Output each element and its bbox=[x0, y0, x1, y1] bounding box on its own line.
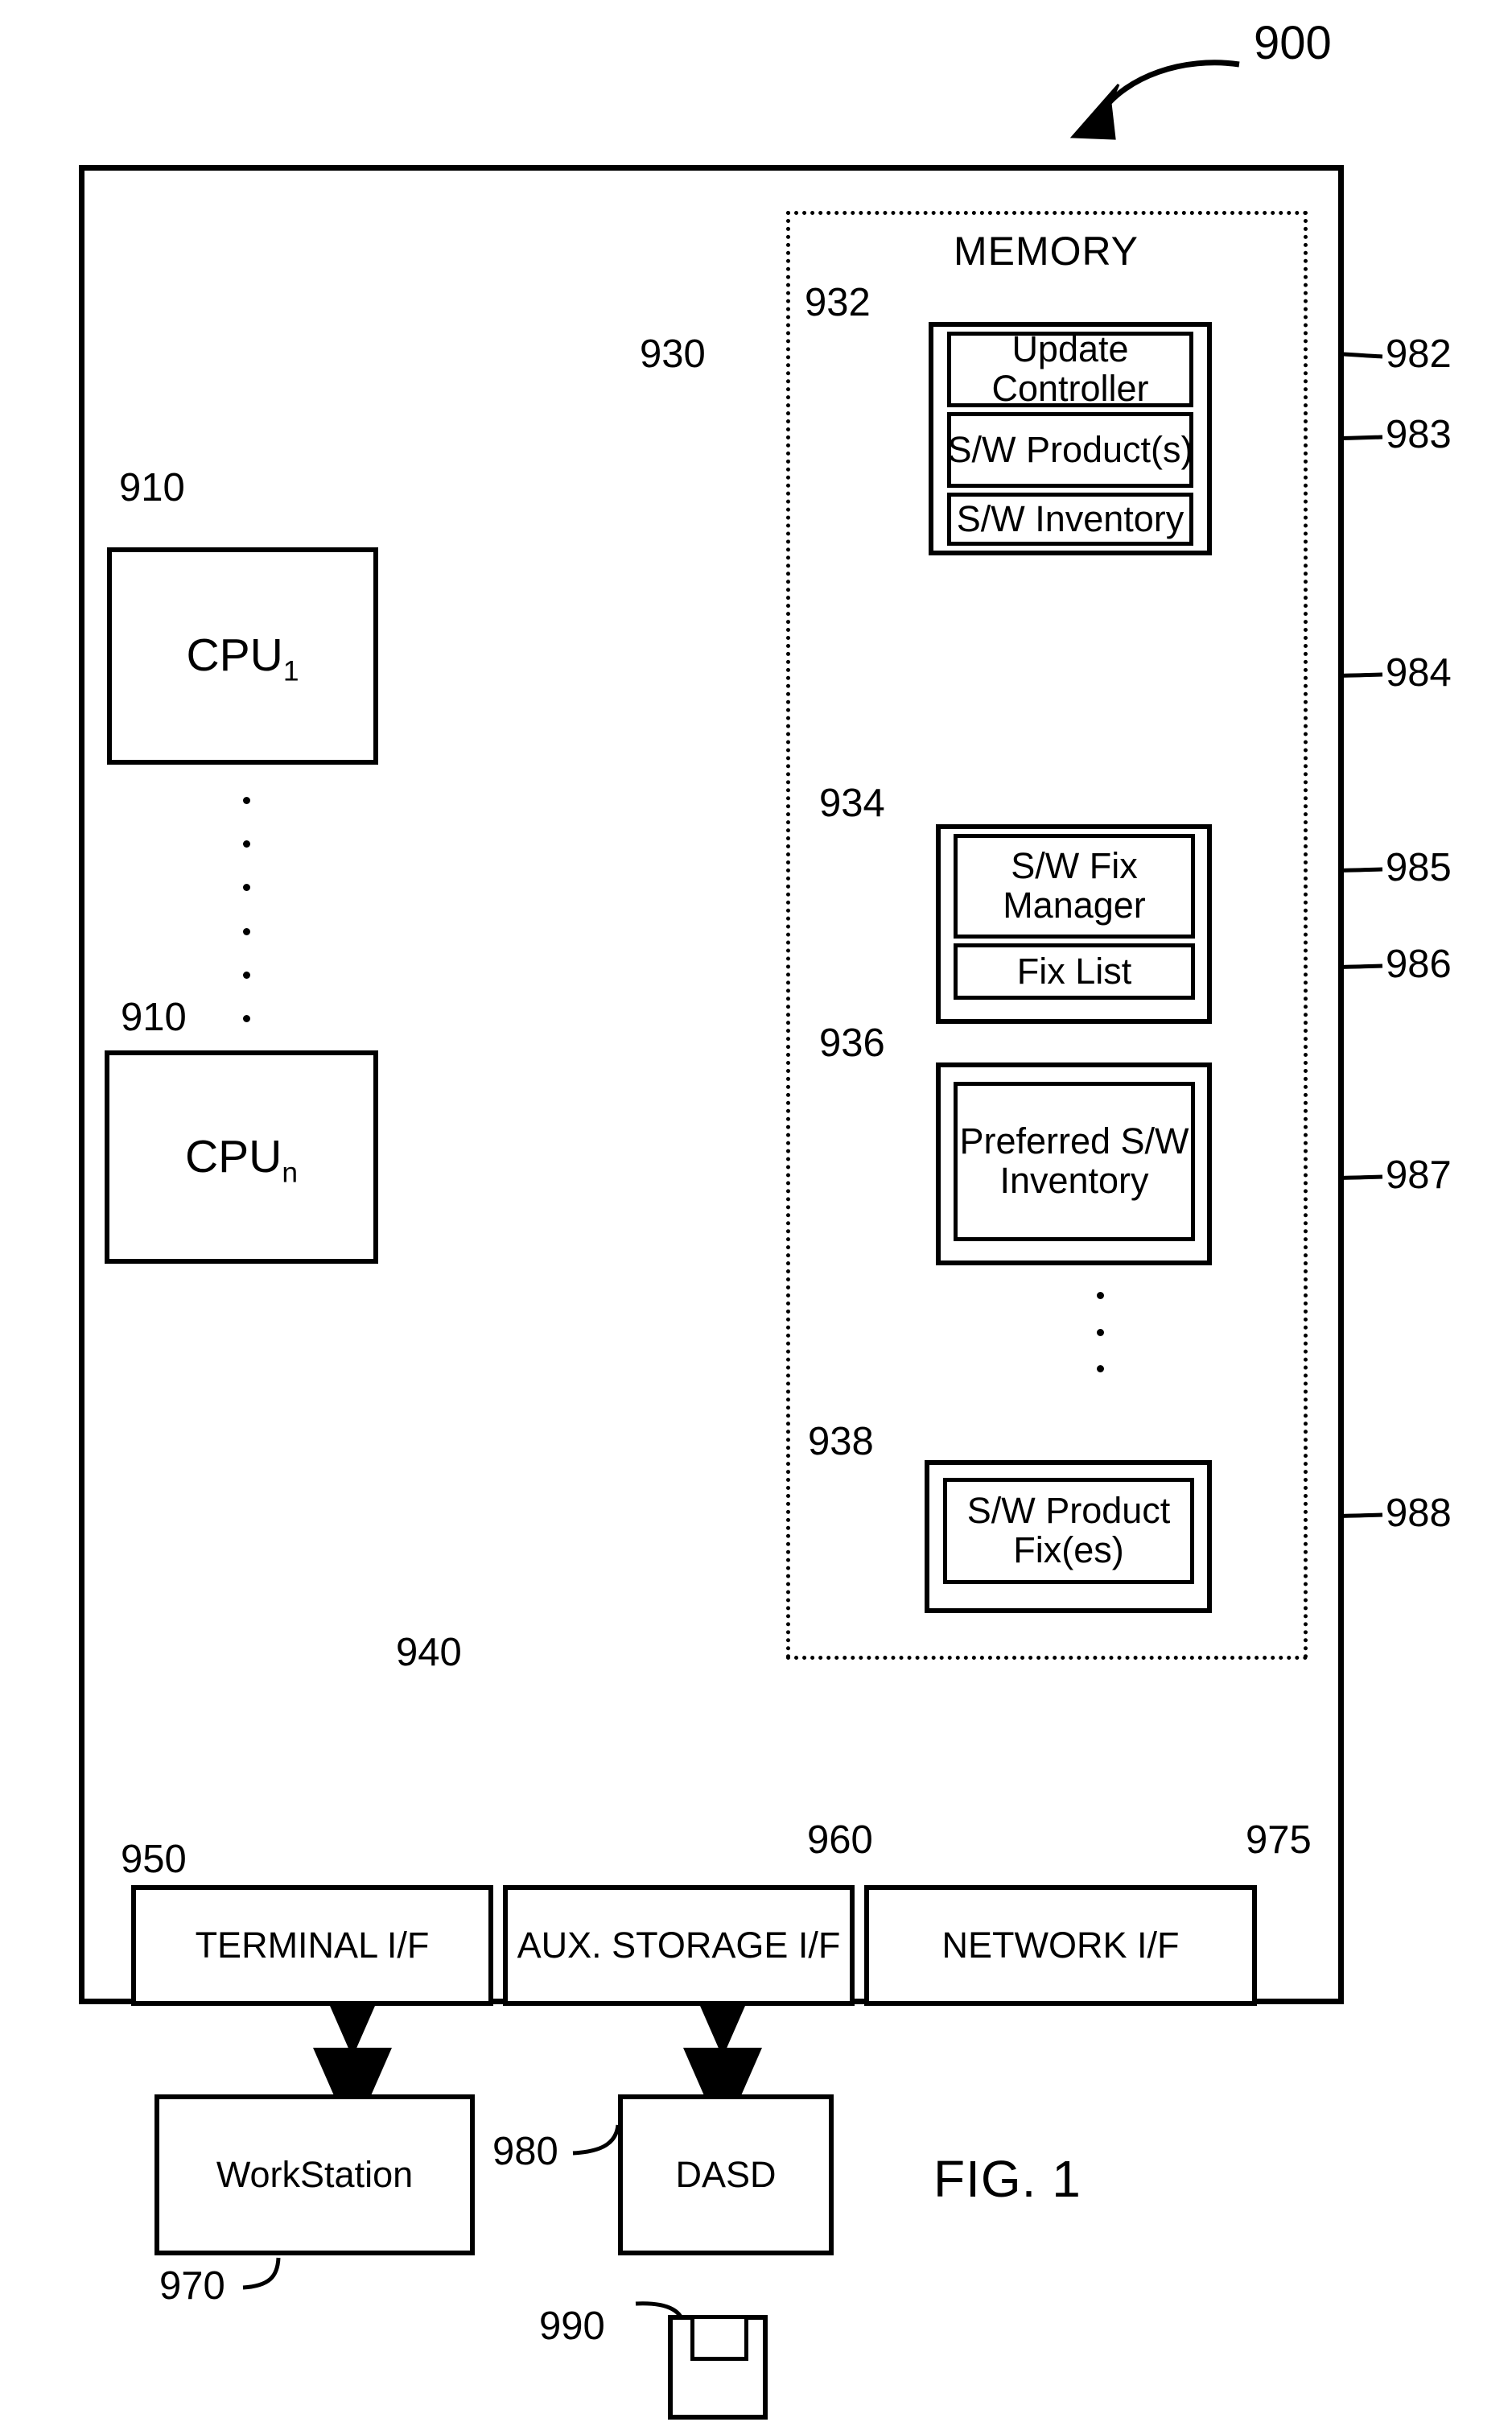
cpu-1-label: CPU1 bbox=[107, 547, 378, 765]
memory-cell-sw-product-fixes-label: S/W Product Fix(es) bbox=[966, 1490, 1171, 1570]
ref-938: 938 bbox=[808, 1420, 874, 1463]
floppy-disk-icon bbox=[668, 2315, 768, 2420]
cpu-continuation-dots bbox=[241, 797, 251, 1022]
memory-cell-update-controller-label: Update Controller bbox=[991, 328, 1149, 409]
ref-950: 950 bbox=[121, 1838, 187, 1881]
ref-988: 988 bbox=[1386, 1492, 1452, 1535]
cpu-1-name: CPU bbox=[186, 629, 283, 682]
ref-985: 985 bbox=[1386, 846, 1452, 889]
memory-cell-preferred-sw-inventory-label: Preferred S/W Inventory bbox=[959, 1120, 1189, 1201]
ref-982: 982 bbox=[1386, 332, 1452, 376]
ref-910-cpun: 910 bbox=[121, 996, 187, 1039]
patent-figure-canvas: 900 MEMORY 930 932 Update Controller S/W… bbox=[0, 0, 1512, 2422]
cpu-n-subscript: n bbox=[282, 1157, 298, 1189]
ref-934: 934 bbox=[819, 782, 885, 825]
memory-cell-sw-inventory-label: S/W Inventory bbox=[956, 497, 1184, 539]
ref-930: 930 bbox=[640, 332, 706, 376]
memory-cell-fix-list-label: Fix List bbox=[1016, 950, 1132, 992]
ref-910-cpu1: 910 bbox=[119, 466, 185, 510]
workstation-label: WorkStation bbox=[216, 2153, 414, 2195]
cpu-1-subscript: 1 bbox=[282, 655, 299, 687]
ref-900: 900 bbox=[1254, 17, 1332, 69]
cpu-n-name: CPU bbox=[184, 1130, 282, 1182]
figure-label: FIG. 1 bbox=[933, 2150, 1081, 2208]
dasd-label: DASD bbox=[675, 2153, 777, 2195]
ref-975: 975 bbox=[1246, 1818, 1312, 1862]
ref-940: 940 bbox=[396, 1631, 462, 1674]
ref-970: 970 bbox=[159, 2264, 225, 2308]
aux-storage-interface-label: AUX. STORAGE I/F bbox=[517, 1924, 841, 1966]
ref-983: 983 bbox=[1386, 413, 1452, 456]
ref-984: 984 bbox=[1386, 651, 1452, 695]
ref-932: 932 bbox=[805, 281, 871, 324]
memory-continuation-dots bbox=[1095, 1292, 1105, 1372]
ref-980: 980 bbox=[492, 2130, 558, 2173]
ref-960: 960 bbox=[807, 1818, 873, 1862]
ref-987: 987 bbox=[1386, 1153, 1452, 1197]
cpu-n-label: CPUn bbox=[105, 1050, 378, 1264]
memory-cell-sw-fix-manager-label: S/W Fix Manager bbox=[1003, 845, 1146, 926]
terminal-interface-label: TERMINAL I/F bbox=[195, 1924, 430, 1966]
network-interface-label: NETWORK I/F bbox=[941, 1924, 1180, 1966]
ref-986: 986 bbox=[1386, 943, 1452, 986]
ref-936: 936 bbox=[819, 1021, 885, 1065]
ref-990: 990 bbox=[539, 2304, 605, 2348]
memory-cell-sw-products-label: S/W Product(s) bbox=[947, 428, 1193, 470]
memory-title: MEMORY bbox=[953, 229, 1139, 274]
